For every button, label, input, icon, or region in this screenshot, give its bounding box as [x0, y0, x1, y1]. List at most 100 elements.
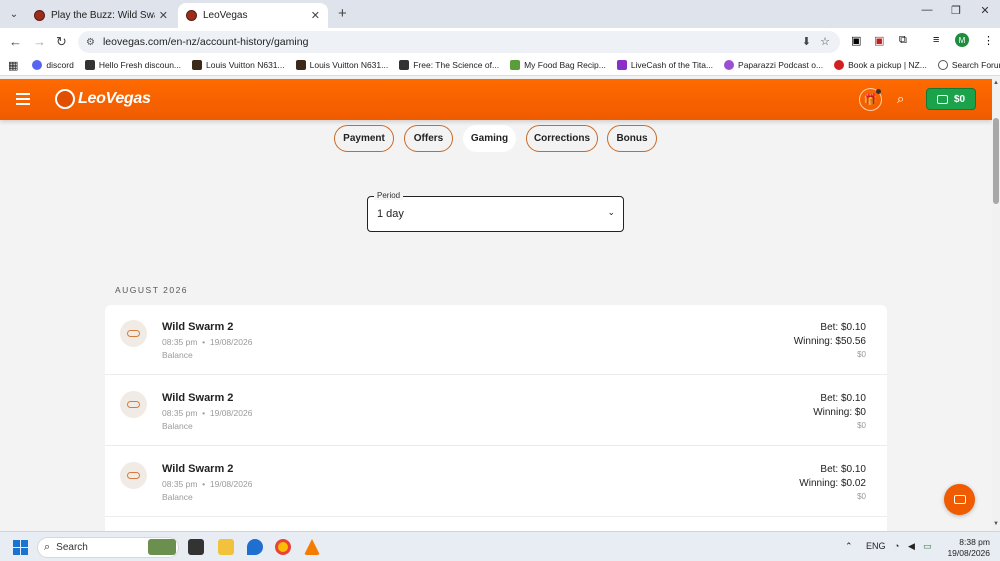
vlc-icon[interactable] [304, 539, 320, 555]
tab-title: LeoVegas [203, 10, 248, 21]
site-settings-icon[interactable]: ⚙ [86, 37, 95, 48]
bookmark-label: Louis Vuitton N631... [309, 60, 389, 70]
transaction-row[interactable]: Wild Swarm 2 08:35 pm • 19/08/2026 Balan… [105, 376, 887, 446]
bookmark-item[interactable]: My Food Bag Recip... [510, 60, 606, 70]
bookmark-item[interactable]: Free: The Science of... [399, 60, 499, 70]
filter-payment[interactable]: Payment [334, 125, 394, 152]
new-tab-icon[interactable]: + [338, 5, 347, 22]
apps-grid-icon[interactable]: ▦ [8, 59, 18, 72]
bookmark-label: Paparazzi Podcast o... [738, 60, 824, 70]
bookmark-item[interactable]: LiveCash of the Tita... [616, 60, 714, 70]
bookmark-item[interactable]: discord [32, 60, 74, 70]
reload-icon[interactable]: ↻ [56, 34, 67, 50]
extensions-puzzle-icon[interactable]: ⧉ [899, 34, 907, 47]
wallet-icon [936, 94, 948, 104]
transaction-row[interactable]: Wild Swarm 2 08:35 pm • 19/08/2026 Balan… [105, 447, 887, 517]
game-name: Wild Swarm 2 [162, 463, 234, 475]
balance-amount: $0 [857, 421, 866, 430]
url-text[interactable]: leovegas.com/en-nz/account-history/gamin… [103, 36, 308, 48]
gift-icon[interactable]: 🎁 [859, 88, 882, 111]
gamepad-icon [120, 320, 147, 347]
search-icon[interactable]: ⌕ [897, 91, 904, 107]
bookmark-star-icon[interactable]: ⬇ ☆ [802, 35, 830, 48]
chat-bubble-icon [953, 495, 966, 504]
close-tab-icon[interactable]: ✕ [311, 9, 320, 22]
bookmark-item[interactable]: Paparazzi Podcast o... [724, 60, 823, 70]
chat-support-button[interactable] [944, 484, 975, 515]
tab-search-chevron-icon[interactable]: ⌄ [6, 6, 22, 22]
file-explorer-icon[interactable] [218, 539, 234, 555]
bookmark-label: LiveCash of the Tita... [630, 60, 714, 70]
bet-amount: Bet: $0.10 [820, 393, 866, 404]
cc-icon [84, 60, 95, 70]
windows-start-icon[interactable] [13, 540, 28, 555]
period-select[interactable]: Period 1 day ⌄ [367, 191, 624, 232]
volume-icon[interactable]: ◀ [908, 541, 915, 552]
podcast-icon [724, 60, 735, 70]
taskbar-clock[interactable]: 8:38 pm 19/08/2026 [946, 537, 990, 559]
site-header: LeoVegas 🎁 ⌕ $0 [0, 79, 992, 120]
cc-icon [399, 60, 410, 70]
search-forums-icon [937, 60, 948, 70]
leovegas-favicon-icon [34, 10, 45, 21]
chrome-taskbar-icon[interactable] [275, 539, 291, 555]
battery-icon[interactable]: ▭ [923, 541, 932, 552]
wifi-icon[interactable]: ◔ [894, 541, 899, 551]
close-window-icon[interactable]: ✕ [970, 4, 1000, 17]
lion-logo-icon [55, 89, 75, 109]
forward-icon[interactable]: → [33, 34, 46, 49]
transaction-datetime: 08:35 pm • 19/08/2026 [162, 479, 253, 489]
bookmark-label: discord [46, 60, 74, 70]
minimize-icon[interactable]: — [912, 4, 942, 16]
game-name: Wild Swarm 2 [162, 392, 234, 404]
close-tab-icon[interactable]: ✕ [159, 9, 168, 22]
search-highlight-icon[interactable] [148, 539, 176, 555]
balance-amount: $0 [857, 492, 866, 501]
pickup-icon [834, 60, 845, 70]
bet-amount: Bet: $0.10 [820, 322, 866, 333]
browser-tab-1[interactable]: Play the Buzz: Wild Swarm 2 | L ✕ [26, 3, 176, 28]
profile-avatar[interactable]: M [955, 33, 969, 47]
notification-dot [876, 89, 881, 94]
task-view-icon[interactable] [188, 539, 204, 555]
reading-list-icon[interactable]: ≡ [933, 34, 939, 46]
scroll-down-icon[interactable]: ▼ [993, 521, 999, 527]
bookmark-label: My Food Bag Recip... [524, 60, 606, 70]
windows-taskbar: ⌕ Search ⌃ ENG ◔ ◀ ▭ 8:38 pm 19/08/2026 [0, 531, 1000, 561]
search-icon: ⌕ [44, 541, 51, 553]
chrome-menu-icon[interactable]: ⋮ [983, 34, 994, 47]
scroll-up-icon[interactable]: ▲ [993, 80, 999, 86]
bookmark-item[interactable]: Book a pickup | NZ... [834, 60, 927, 70]
bookmark-item[interactable]: Louis Vuitton N631... [295, 60, 389, 70]
tray-overflow-icon[interactable]: ⌃ [845, 541, 853, 552]
lv-icon [192, 60, 203, 70]
filter-bonus[interactable]: Bonus [607, 125, 657, 152]
bookmark-item[interactable]: Search Forums [937, 60, 1000, 70]
back-icon[interactable]: ← [9, 34, 22, 49]
filter-gaming[interactable]: Gaming [463, 125, 516, 152]
leovegas-logo[interactable]: LeoVegas [55, 89, 151, 109]
address-bar[interactable]: ⚙ leovegas.com/en-nz/account-history/gam… [78, 31, 840, 53]
winning-amount: Winning: $0.02 [799, 478, 866, 489]
transaction-row[interactable]: Wild Swarm 2 08:35 pm • 19/08/2026 Balan… [105, 305, 887, 375]
browser-tab-2[interactable]: LeoVegas ✕ [178, 3, 328, 28]
bookmark-label: Louis Vuitton N631... [206, 60, 285, 70]
bookmark-item[interactable]: Louis Vuitton N631... [192, 60, 285, 70]
extension-cc-icon[interactable]: ▣ [851, 34, 861, 47]
language-indicator[interactable]: ENG [866, 541, 886, 551]
bookmark-item[interactable]: Hello Fresh discoun... [84, 60, 181, 70]
browser-tab-strip: ⌄ Play the Buzz: Wild Swarm 2 | L ✕ LeoV… [0, 0, 1000, 28]
menu-hamburger-icon[interactable] [16, 93, 30, 108]
wallet-balance-button[interactable]: $0 [926, 88, 976, 110]
extension-red-icon[interactable]: ▣ [874, 34, 884, 47]
clock-time: 8:38 pm [959, 537, 990, 547]
balance-label: Balance [162, 421, 193, 431]
filter-offers[interactable]: Offers [404, 125, 453, 152]
transaction-datetime: 08:35 pm • 19/08/2026 [162, 408, 253, 418]
discord-icon [32, 60, 43, 70]
restore-icon[interactable]: ❐ [941, 4, 971, 17]
scrollbar-thumb[interactable] [993, 118, 999, 204]
gamepad-icon [120, 391, 147, 418]
filter-corrections[interactable]: Corrections [526, 125, 598, 152]
drop-app-icon[interactable] [247, 539, 263, 555]
